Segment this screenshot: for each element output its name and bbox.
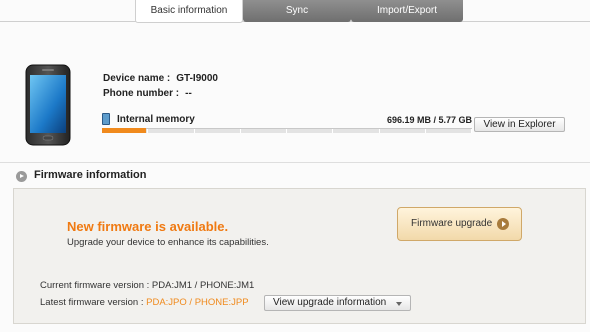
current-firmware-label: Current firmware version : bbox=[40, 280, 150, 291]
device-name-label: Device name : bbox=[103, 73, 171, 84]
tab-bar: Basic information Sync Import/Export bbox=[0, 0, 590, 23]
memory-card-icon bbox=[102, 113, 110, 125]
firmware-upgrade-button[interactable]: Firmware upgrade bbox=[397, 207, 522, 241]
phone-number-label: Phone number : bbox=[103, 88, 180, 99]
phone-number-value: -- bbox=[185, 88, 192, 99]
play-circle-icon bbox=[16, 171, 27, 182]
current-firmware-value: PDA:JM1 / PHONE:JM1 bbox=[151, 280, 255, 291]
latest-firmware-value: PDA:JPO / PHONE:JPP bbox=[146, 297, 249, 308]
device-name-value: GT-I9000 bbox=[176, 73, 218, 84]
tab-basic-information[interactable]: Basic information bbox=[135, 0, 243, 23]
section-divider bbox=[0, 162, 590, 163]
phone-number-row: Phone number : -- bbox=[103, 88, 192, 99]
smartphone-icon bbox=[25, 64, 71, 146]
view-upgrade-information-dropdown[interactable]: View upgrade information bbox=[264, 295, 411, 311]
tab-import-export[interactable]: Import/Export bbox=[351, 0, 463, 22]
device-name-row: Device name : GT-I9000 bbox=[103, 73, 218, 84]
firmware-section-title: Firmware information bbox=[34, 169, 147, 181]
tab-sync[interactable]: Sync bbox=[243, 0, 351, 22]
memory-usage-value: 696.19 MB / 5.77 GB bbox=[386, 115, 472, 125]
view-upgrade-information-label: View upgrade information bbox=[273, 297, 387, 308]
memory-usage-fill bbox=[102, 128, 146, 133]
internal-memory-label: Internal memory bbox=[117, 114, 195, 125]
arrow-circle-icon bbox=[497, 218, 509, 230]
firmware-upgrade-label: Firmware upgrade bbox=[411, 218, 493, 229]
chevron-down-icon bbox=[396, 302, 402, 306]
current-firmware-row: Current firmware version : PDA:JM1 / PHO… bbox=[40, 280, 254, 291]
firmware-available-subtext: Upgrade your device to enhance its capab… bbox=[67, 237, 269, 248]
view-in-explorer-button[interactable]: View in Explorer bbox=[474, 117, 565, 132]
memory-usage-bar bbox=[102, 128, 472, 133]
latest-firmware-row: Latest firmware version : PDA:JPO / PHON… bbox=[40, 297, 249, 308]
latest-firmware-label: Latest firmware version : bbox=[40, 297, 144, 308]
firmware-available-headline: New firmware is available. bbox=[67, 219, 229, 234]
